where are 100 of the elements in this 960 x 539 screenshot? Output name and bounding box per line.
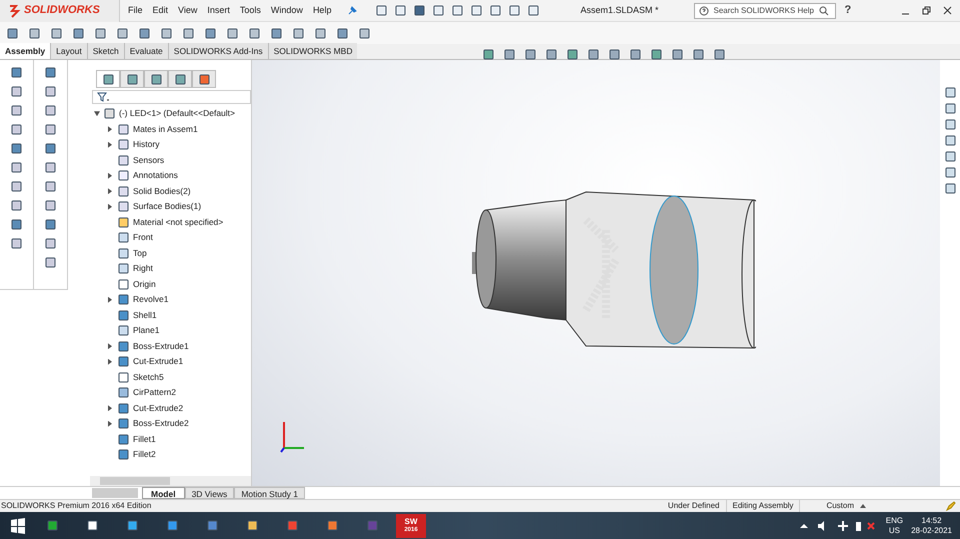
clock-time[interactable]: 14:52 [922,516,942,526]
command-icon[interactable] [44,180,57,193]
tree-item[interactable]: Annotations [133,169,178,182]
view-tool-icon[interactable] [692,48,705,61]
view-tool-icon[interactable] [671,48,684,61]
menu-item[interactable]: View [178,4,198,18]
tool-icon[interactable] [336,26,349,40]
language-label[interactable]: ENG [886,516,904,526]
tree-item[interactable]: Fillet2 [133,448,156,462]
command-icon[interactable] [10,199,23,212]
command-icon[interactable] [44,104,57,117]
filter-icon[interactable] [97,92,109,102]
menu-item[interactable]: Window [270,4,303,18]
bottom-tab[interactable]: 3D Views [184,487,234,499]
command-icon[interactable] [44,161,57,174]
view-tool-icon[interactable] [524,48,537,61]
command-icon[interactable] [44,85,57,98]
help-button[interactable]: ? [844,2,852,19]
menu-item[interactable]: File [128,4,143,18]
tree-item[interactable]: Material <not specified> [133,216,224,229]
tool-icon[interactable] [292,26,305,40]
view-tool-icon[interactable] [587,48,600,61]
tree-item[interactable]: Origin [133,278,156,291]
search-field[interactable]: Search SOLIDWORKS Help [694,2,836,18]
tool-icon[interactable] [226,26,239,40]
tree-item[interactable]: Plane1 [133,324,160,338]
tool-icon[interactable] [270,26,283,40]
bottom-tab[interactable]: Model [142,487,185,499]
tree-item[interactable]: Sketch5 [133,370,164,384]
tree-item[interactable]: Right [133,262,153,276]
command-icon[interactable] [44,237,57,250]
menu-item[interactable]: Help [312,4,332,18]
ribbon-tab[interactable]: Evaluate [124,43,168,59]
tree-item[interactable]: Boss-Extrude1 [133,340,189,353]
ribbon-tab[interactable]: Layout [50,43,87,59]
view-tool-icon[interactable] [608,48,621,61]
tree-item[interactable]: Cut-Extrude2 [133,402,184,415]
view-tool-icon[interactable] [650,48,663,61]
close-icon[interactable] [943,6,952,15]
tree-item[interactable]: CirPattern2 [133,386,176,400]
clock-date[interactable]: 28-02-2021 [911,526,952,536]
tool-icon[interactable] [28,26,41,40]
command-icon[interactable] [44,123,57,136]
tool-icon[interactable] [72,26,85,40]
ribbon-tab[interactable]: SOLIDWORKS MBD [268,43,358,59]
tree-item[interactable]: Fillet1 [133,432,156,446]
tool-icon[interactable] [182,26,195,40]
tool-icon[interactable] [204,26,217,40]
command-icon[interactable] [44,142,57,155]
view-tool-icon[interactable] [629,48,642,61]
command-icon[interactable] [44,256,57,269]
command-icon[interactable] [44,199,57,212]
ribbon-tab[interactable]: Sketch [86,43,124,59]
tree-item[interactable]: Solid Bodies(2) [133,184,191,198]
tree-item[interactable]: Front [133,231,153,244]
tool-icon[interactable] [138,26,151,40]
horizontal-scrollbar[interactable] [90,476,251,486]
menu-item[interactable]: Edit [152,4,168,18]
tree-item[interactable]: Shell1 [133,308,157,322]
tree-item[interactable]: History [133,138,160,152]
tree-item[interactable]: Sensors [133,154,164,167]
command-icon[interactable] [10,66,23,79]
start-icon[interactable] [10,518,26,534]
tool-icon[interactable] [160,26,173,40]
menu-item[interactable]: Insert [207,4,230,18]
view-tool-icon[interactable] [713,48,726,61]
tree-root-item[interactable]: (-) LED<1> (Default<<Default> [90,106,251,122]
ribbon-tab[interactable]: SOLIDWORKS Add-Ins [168,43,268,59]
tool-icon[interactable] [248,26,261,40]
status-field[interactable]: Custom [820,500,860,512]
tree-item[interactable]: Mates in Assem1 [133,122,198,136]
command-icon[interactable] [10,104,23,117]
tool-icon[interactable] [6,26,19,40]
bottom-tab[interactable]: Motion Study 1 [234,487,306,499]
view-tool-icon[interactable] [503,48,516,61]
view-tool-icon[interactable] [566,48,579,61]
tool-icon[interactable] [116,26,129,40]
restore-icon[interactable] [922,6,931,15]
tool-icon[interactable] [50,26,63,40]
ribbon-tab[interactable]: Assembly [0,43,50,59]
command-icon[interactable] [10,161,23,174]
tool-icon[interactable] [314,26,327,40]
command-icon[interactable] [10,180,23,193]
tree-item[interactable]: Surface Bodies(1) [133,200,202,214]
command-icon[interactable] [44,66,57,79]
tree-item[interactable]: Top [133,246,147,260]
tree-item[interactable]: Boss-Extrude2 [133,417,189,430]
keyboard-layout-label[interactable]: US [888,526,900,536]
search-icon[interactable] [819,6,830,16]
view-tool-icon[interactable] [482,48,495,61]
command-icon[interactable] [44,218,57,231]
command-icon[interactable] [10,237,23,250]
tree-item[interactable]: Revolve1 [133,293,168,306]
command-icon[interactable] [10,218,23,231]
tree-item[interactable]: Cut-Extrude1 [133,355,184,368]
tool-icon[interactable] [94,26,107,40]
command-icon[interactable] [10,142,23,155]
command-icon[interactable] [10,85,23,98]
menu-item[interactable]: Tools [240,4,261,18]
tool-icon[interactable] [358,26,371,40]
